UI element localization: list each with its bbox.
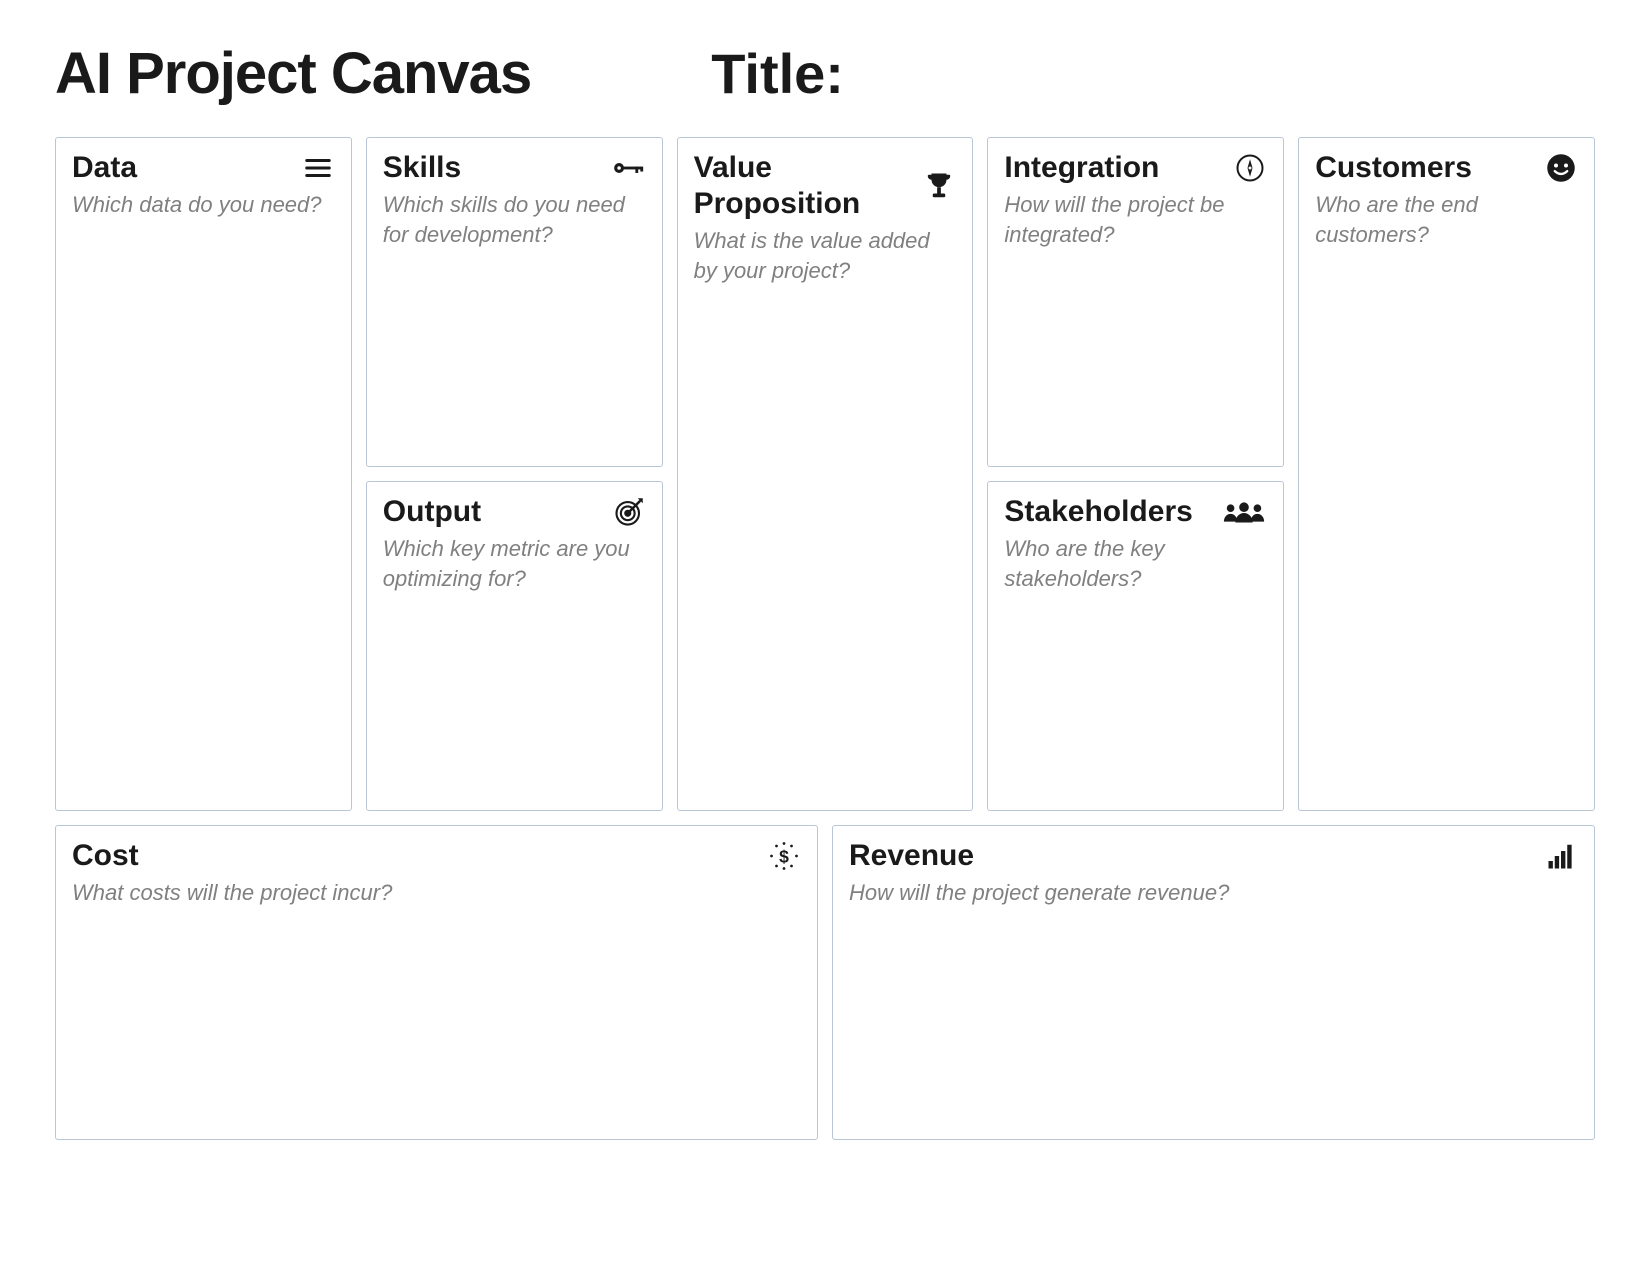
title-label: Title: <box>711 41 844 106</box>
canvas-grid: Data Which data do you need? Skills <box>55 137 1595 1140</box>
section-cost: Cost $ What costs will the project incur… <box>55 825 818 1140</box>
group-icon <box>1221 497 1267 527</box>
key-icon <box>612 153 646 183</box>
section-integration: Integration How will the project be inte… <box>987 137 1284 467</box>
section-data-title: Data <box>72 150 137 186</box>
bars-icon <box>1544 841 1578 871</box>
section-value-title: Value Proposition <box>694 150 923 222</box>
dollar-icon: $ <box>767 841 801 871</box>
section-integration-prompt: How will the project be integrated? <box>1004 190 1267 249</box>
section-output-title: Output <box>383 494 481 530</box>
canvas-title: AI Project Canvas <box>55 40 531 107</box>
section-skills: Skills Which skills do you need for deve… <box>366 137 663 467</box>
header: AI Project Canvas Title: <box>55 40 1595 107</box>
section-data-prompt: Which data do you need? <box>72 190 335 220</box>
svg-text:$: $ <box>779 846 789 866</box>
section-output-prompt: Which key metric are you optimizing for? <box>383 534 646 593</box>
section-revenue-title: Revenue <box>849 838 974 874</box>
section-stakeholders: Stakeholders Who are the key stakeholder… <box>987 481 1284 811</box>
section-revenue: Revenue How will the project generate re… <box>832 825 1595 1140</box>
section-stakeholders-prompt: Who are the key stakeholders? <box>1004 534 1267 593</box>
target-icon <box>612 497 646 527</box>
smiley-icon <box>1544 153 1578 183</box>
section-cost-prompt: What costs will the project incur? <box>72 878 801 908</box>
section-data: Data Which data do you need? <box>55 137 352 811</box>
section-value: Value Proposition What is the value adde… <box>677 137 974 811</box>
section-stakeholders-title: Stakeholders <box>1004 494 1192 530</box>
section-cost-title: Cost <box>72 838 139 874</box>
section-customers-title: Customers <box>1315 150 1472 186</box>
section-skills-title: Skills <box>383 150 461 186</box>
list-icon <box>301 153 335 183</box>
section-revenue-prompt: How will the project generate revenue? <box>849 878 1578 908</box>
section-output: Output Which key metric are you optimizi… <box>366 481 663 811</box>
compass-icon <box>1233 153 1267 183</box>
section-value-prompt: What is the value added by your project? <box>694 226 957 285</box>
trophy-icon <box>922 171 956 201</box>
section-skills-prompt: Which skills do you need for development… <box>383 190 646 249</box>
section-integration-title: Integration <box>1004 150 1159 186</box>
section-customers-prompt: Who are the end customers? <box>1315 190 1578 249</box>
section-customers: Customers Who are the end customers? <box>1298 137 1595 811</box>
